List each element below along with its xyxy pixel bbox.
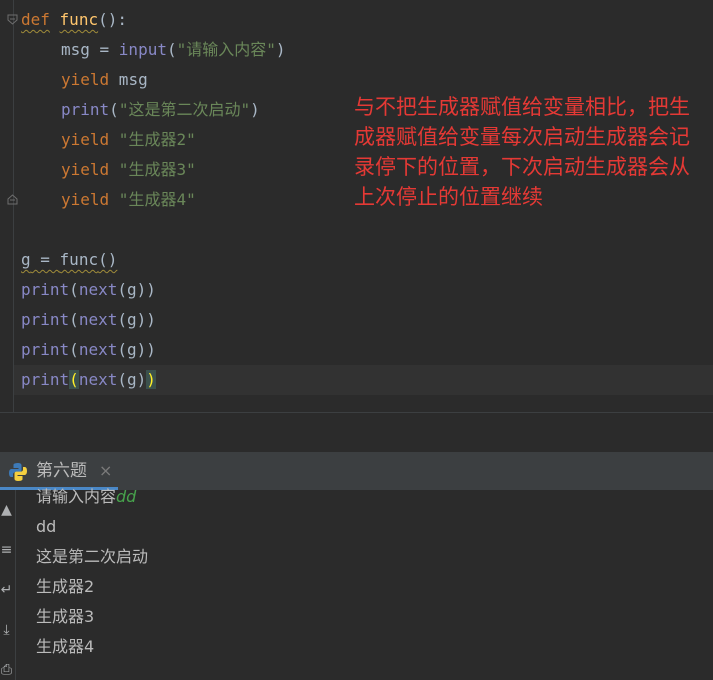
print-icon[interactable]: ⎙ bbox=[0, 660, 13, 680]
code-line-1[interactable]: def func(): bbox=[21, 5, 127, 35]
scroll-to-end-icon[interactable]: ⤓ bbox=[0, 620, 13, 640]
code-line-12[interactable]: print(next(g)) bbox=[21, 335, 156, 365]
run-panel: 第六题 × ▲ ≡ ↵ ⤓ ⎙ 请输入内容dd dd 这是第二次启动 生成器2 … bbox=[0, 452, 713, 680]
soft-wrap-icon[interactable]: ↵ bbox=[0, 580, 13, 600]
string-literal: "生成器3" bbox=[109, 160, 196, 179]
string-literal: "请输入内容" bbox=[176, 40, 276, 59]
output-line: 请输入内容dd bbox=[36, 482, 136, 512]
builtin-input: input bbox=[118, 40, 167, 59]
code-token: ( bbox=[69, 310, 79, 329]
string-literal: "这是第二次启动" bbox=[118, 100, 251, 119]
builtin-print: print bbox=[21, 340, 70, 359]
code-token: func bbox=[59, 250, 99, 269]
builtin-next: next bbox=[78, 280, 118, 299]
code-line-3[interactable]: yield msg bbox=[61, 65, 148, 95]
code-line-6[interactable]: yield "生成器3" bbox=[61, 155, 196, 185]
builtin-print: print bbox=[21, 310, 70, 329]
code-token: ( bbox=[69, 340, 79, 359]
wrap-icon[interactable]: ≡ bbox=[0, 540, 13, 560]
output-line: 生成器4 bbox=[36, 637, 95, 656]
matched-paren-close: ) bbox=[146, 370, 156, 389]
output-line: 生成器3 bbox=[36, 607, 95, 626]
code-token: (g) bbox=[117, 370, 147, 389]
code-token: = bbox=[30, 250, 60, 269]
code-token: () bbox=[98, 250, 118, 269]
builtin-print: print bbox=[61, 100, 110, 119]
run-toolbar: ▲ ≡ ↵ ⤓ ⎙ bbox=[0, 490, 16, 680]
code-line-2[interactable]: msg = input("请输入内容") bbox=[61, 35, 286, 65]
code-token: ) bbox=[250, 100, 260, 119]
code-token: ) bbox=[275, 40, 286, 59]
function-name: func bbox=[59, 10, 99, 29]
code-token: ( bbox=[69, 280, 79, 299]
scroll-up-icon[interactable]: ▲ bbox=[0, 500, 13, 520]
builtin-next: next bbox=[78, 310, 118, 329]
code-token: ( bbox=[109, 100, 119, 119]
matched-paren-open: ( bbox=[69, 370, 79, 389]
code-editor[interactable]: def func(): msg = input("请输入内容") yield m… bbox=[0, 0, 713, 412]
keyword-def: def bbox=[21, 10, 50, 29]
editor-bottom-area bbox=[0, 412, 713, 453]
code-token: msg bbox=[109, 70, 148, 89]
annotation-note: 与不把生成器赋值给变量相比，把生成器赋值给变量每次启动生成器会记录停下的位置，下… bbox=[354, 95, 690, 209]
keyword-yield: yield bbox=[61, 130, 110, 149]
builtin-next: next bbox=[78, 340, 118, 359]
string-literal: "生成器4" bbox=[109, 190, 196, 209]
code-token: ( bbox=[166, 40, 177, 59]
python-icon bbox=[9, 463, 27, 481]
string-literal: "生成器2" bbox=[109, 130, 196, 149]
code-line-5[interactable]: yield "生成器2" bbox=[61, 125, 196, 155]
builtin-print: print bbox=[21, 280, 70, 299]
builtin-print: print bbox=[21, 370, 70, 389]
gutter bbox=[13, 0, 14, 412]
keyword-yield: yield bbox=[61, 160, 110, 179]
code-line-10[interactable]: print(next(g)) bbox=[21, 275, 156, 305]
code-token: (g)) bbox=[117, 280, 156, 299]
builtin-next: next bbox=[78, 370, 118, 389]
code-token: g bbox=[21, 250, 31, 269]
code-token: (g)) bbox=[117, 340, 156, 359]
user-input-echo: dd bbox=[116, 487, 137, 506]
output-text: 请输入内容 bbox=[36, 487, 117, 506]
code-token: (): bbox=[98, 10, 127, 29]
code-line-4[interactable]: print("这是第二次启动") bbox=[61, 95, 260, 125]
code-line-11[interactable]: print(next(g)) bbox=[21, 305, 156, 335]
code-token: msg = bbox=[61, 40, 119, 59]
fold-end-icon[interactable] bbox=[7, 194, 18, 205]
fold-collapse-icon[interactable] bbox=[7, 14, 18, 25]
keyword-yield: yield bbox=[61, 70, 110, 89]
code-line-7[interactable]: yield "生成器4" bbox=[61, 185, 196, 215]
output-line: 这是第二次启动 bbox=[36, 547, 149, 566]
code-line-13[interactable]: print(next(g)) bbox=[21, 365, 156, 395]
output-line: 生成器2 bbox=[36, 577, 95, 596]
code-token: (g)) bbox=[117, 310, 156, 329]
keyword-yield: yield bbox=[61, 190, 110, 209]
output-line: dd bbox=[36, 517, 57, 536]
code-line-9[interactable]: g = func() bbox=[21, 245, 117, 275]
